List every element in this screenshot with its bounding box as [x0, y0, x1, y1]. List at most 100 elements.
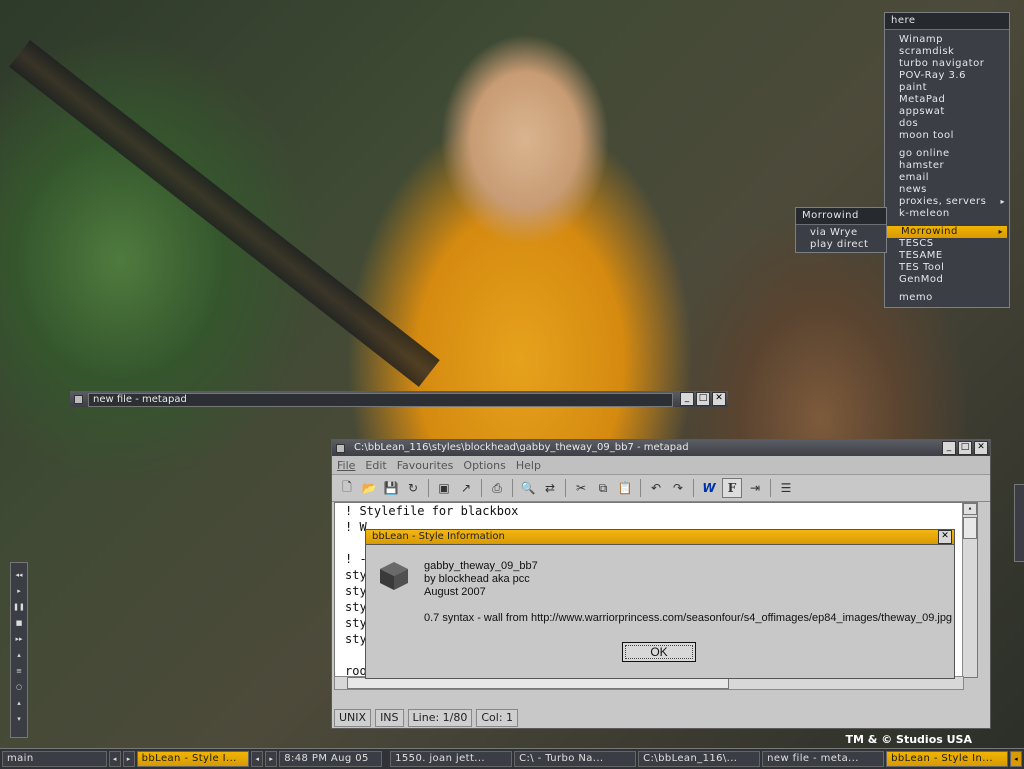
- window-prev-icon[interactable]: ◂: [251, 751, 264, 767]
- menu-item-label: GenMod: [899, 274, 944, 285]
- workspace-next-icon[interactable]: ▸: [122, 751, 135, 767]
- font-icon[interactable]: F: [722, 478, 742, 498]
- menu-item[interactable]: TES Tool: [885, 262, 1009, 274]
- undo-icon[interactable]: ↶: [647, 479, 665, 497]
- menu-item[interactable]: GenMod: [885, 274, 1009, 286]
- vertical-scrollbar[interactable]: ▴: [962, 503, 977, 677]
- close-button[interactable]: ✕: [974, 441, 988, 455]
- workspace-prev-icon[interactable]: ◂: [108, 751, 121, 767]
- workspace-label[interactable]: main: [2, 751, 107, 767]
- menu-item[interactable]: email: [885, 172, 1009, 184]
- window-icon[interactable]: [74, 395, 83, 404]
- menu-item[interactable]: TESCS: [885, 238, 1009, 250]
- copy-icon[interactable]: ⧉: [594, 479, 612, 497]
- menu-item[interactable]: Winamp: [885, 34, 1009, 46]
- window-new-file[interactable]: new file - metapad _ □ ✕: [70, 391, 728, 407]
- menu-here[interactable]: here Winamp scramdisk turbo navigator POV-R…: [884, 12, 1010, 308]
- style-date: August 2007: [424, 586, 486, 598]
- list-icon[interactable]: ≡: [16, 665, 22, 677]
- pause-icon[interactable]: ❚❚: [13, 601, 25, 613]
- menu-item[interactable]: k-meleon: [885, 208, 1009, 220]
- menu-file[interactable]: File: [337, 459, 355, 472]
- scroll-thumb[interactable]: [963, 517, 977, 539]
- redo-icon[interactable]: ↷: [669, 479, 687, 497]
- menu-item[interactable]: proxies, servers ▸: [885, 196, 1009, 208]
- settings-icon[interactable]: ○: [16, 681, 22, 693]
- find-icon[interactable]: 🔍: [519, 479, 537, 497]
- menu-item[interactable]: dos: [885, 118, 1009, 130]
- settings-icon[interactable]: ☰: [777, 479, 795, 497]
- menu-favourites[interactable]: Favourites: [397, 459, 454, 472]
- menu-morrowind[interactable]: Morrowind via Wrye play direct: [795, 207, 887, 253]
- slit-toolbar[interactable]: ◂◂ ▸ ❚❚ ■ ▸▸ ▴ ≡ ○ ▴ ▾: [10, 562, 28, 738]
- maximize-button[interactable]: □: [696, 392, 710, 406]
- titlebar[interactable]: C:\bbLean_116\styles\blockhead\gabby_the…: [332, 440, 990, 456]
- dialog-title: bbLean - Style Information: [372, 531, 505, 542]
- task-button[interactable]: C:\bbLean_116\...: [638, 751, 761, 767]
- wallpaper-sword: [9, 40, 440, 387]
- menu-edit[interactable]: Edit: [365, 459, 386, 472]
- menu-item[interactable]: appswat: [885, 106, 1009, 118]
- task-button[interactable]: C:\ - Turbo Na...: [514, 751, 637, 767]
- menu-item-label: email: [899, 172, 930, 183]
- window-title: C:\bbLean_116\styles\blockhead\gabby_the…: [354, 442, 689, 453]
- menu-item-label: memo: [899, 292, 933, 303]
- wordwrap-icon[interactable]: W: [700, 479, 718, 497]
- menu-item[interactable]: scramdisk: [885, 46, 1009, 58]
- transparent-icon[interactable]: ⇥: [746, 479, 764, 497]
- play-icon[interactable]: ▸: [17, 585, 21, 597]
- view-icon[interactable]: ▣: [435, 479, 453, 497]
- menu-item[interactable]: TESAME: [885, 250, 1009, 262]
- menu-item[interactable]: hamster: [885, 160, 1009, 172]
- replace-icon[interactable]: ⇄: [541, 479, 559, 497]
- menu-item[interactable]: turbo navigator: [885, 58, 1009, 70]
- open-folder-icon[interactable]: 📂: [360, 479, 378, 497]
- scroll-up-icon[interactable]: ▴: [963, 503, 977, 515]
- cut-icon[interactable]: ✂: [572, 479, 590, 497]
- menu-item[interactable]: POV-Ray 3.6: [885, 70, 1009, 82]
- dialog-titlebar[interactable]: bbLean - Style Information ✕: [366, 530, 954, 545]
- close-button[interactable]: ✕: [938, 530, 952, 544]
- menu-options[interactable]: Options: [463, 459, 505, 472]
- menu-help[interactable]: Help: [516, 459, 541, 472]
- up-icon[interactable]: ▴: [17, 697, 21, 709]
- task-button[interactable]: new file - meta...: [762, 751, 885, 767]
- forward-icon[interactable]: ▸▸: [15, 633, 22, 645]
- menu-item-via-wrye[interactable]: via Wrye: [796, 227, 886, 239]
- new-file-icon[interactable]: 🗋: [338, 479, 356, 497]
- menu-item[interactable]: MetaPad: [885, 94, 1009, 106]
- titlebar[interactable]: new file - metapad _ □ ✕: [70, 391, 728, 407]
- eject-icon[interactable]: ▴: [17, 649, 21, 661]
- save-icon[interactable]: 💾: [382, 479, 400, 497]
- menu-item-label: TESCS: [899, 238, 934, 249]
- window-next-icon[interactable]: ▸: [265, 751, 278, 767]
- stop-icon[interactable]: ■: [16, 617, 23, 629]
- window-icon[interactable]: [336, 444, 345, 453]
- paste-icon[interactable]: 📋: [616, 479, 634, 497]
- tray-icon[interactable]: ◂: [1010, 751, 1023, 767]
- menu-item-label: hamster: [899, 160, 945, 171]
- menu-item-label: go online: [899, 148, 950, 159]
- close-button[interactable]: ✕: [712, 392, 726, 406]
- minimize-button[interactable]: _: [942, 441, 956, 455]
- maximize-button[interactable]: □: [958, 441, 972, 455]
- menu-item-play-direct[interactable]: play direct: [796, 239, 886, 251]
- launch-icon[interactable]: ↗: [457, 479, 475, 497]
- task-button[interactable]: bbLean - Style In...: [886, 751, 1009, 767]
- task-button[interactable]: 1550. joan jett...: [390, 751, 513, 767]
- menu-item[interactable]: go online: [885, 148, 1009, 160]
- menu-item[interactable]: Morrowind ▸: [887, 226, 1007, 238]
- menu-item[interactable]: paint: [885, 82, 1009, 94]
- style-info-dialog[interactable]: bbLean - Style Information ✕ gabby_thewa…: [365, 529, 955, 679]
- print-icon[interactable]: ⎙: [488, 479, 506, 497]
- submenu-arrow-icon: ▸: [1000, 197, 1005, 206]
- ok-button[interactable]: OK: [622, 642, 696, 662]
- menu-item[interactable]: moon tool: [885, 130, 1009, 142]
- menu-item[interactable]: memo: [885, 292, 1009, 304]
- down-icon[interactable]: ▾: [17, 713, 21, 725]
- current-window-label[interactable]: bbLean - Style I...: [136, 751, 250, 767]
- minimize-button[interactable]: _: [680, 392, 694, 406]
- menu-item[interactable]: news: [885, 184, 1009, 196]
- refresh-icon[interactable]: ↻: [404, 479, 422, 497]
- rewind-icon[interactable]: ◂◂: [15, 569, 22, 581]
